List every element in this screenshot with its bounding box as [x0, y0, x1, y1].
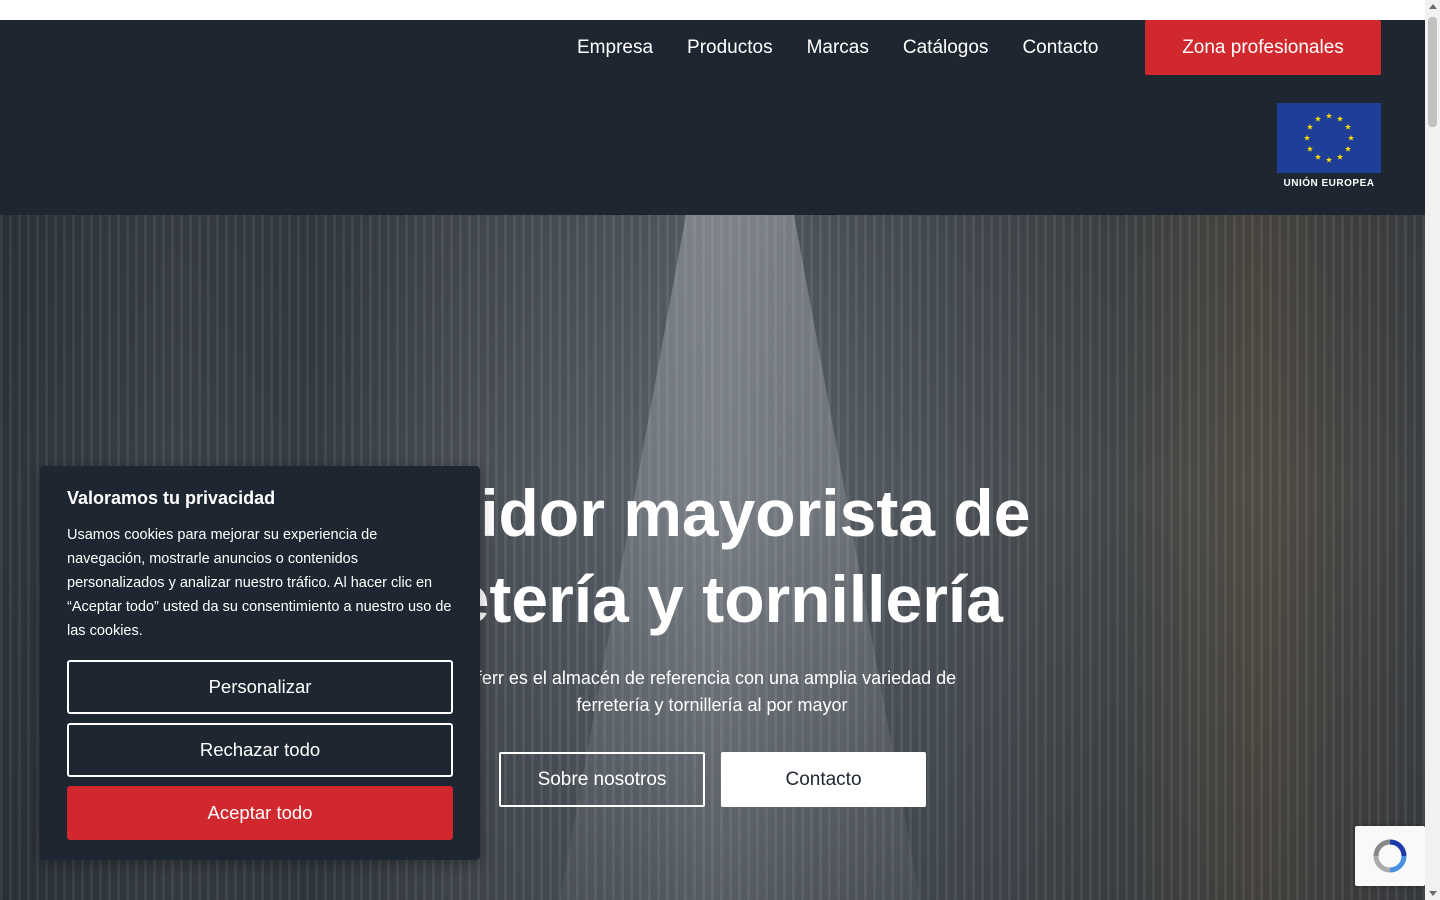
eu-star [1306, 123, 1313, 130]
about-us-button[interactable]: Sobre nosotros [499, 752, 705, 807]
site-header: Empresa Productos Marcas Catálogos Conta… [0, 20, 1425, 215]
nav-empresa[interactable]: Empresa [577, 37, 653, 59]
eu-star [1336, 153, 1344, 160]
hero-subtitle-line2: ferretería y tornillería al por mayor [576, 695, 848, 715]
cookie-consent-dialog: Valoramos tu privacidad Usamos cookies p… [40, 466, 480, 860]
nav-contacto[interactable]: Contacto [1022, 37, 1098, 59]
eu-logo: UNIÓN EUROPEA [1277, 103, 1381, 189]
reject-all-button[interactable]: Rechazar todo [67, 723, 453, 777]
eu-star [1303, 134, 1311, 141]
eu-star [1345, 123, 1352, 130]
hero-title-line2: retería y tornillería [427, 562, 1003, 636]
nav-marcas[interactable]: Marcas [807, 37, 869, 59]
eu-flag-icon [1277, 103, 1381, 173]
hero-subtitle-line1: yferr es el almacén de referencia con un… [467, 668, 957, 688]
eu-star [1325, 112, 1333, 119]
scroll-thumb[interactable] [1428, 17, 1437, 127]
main-nav: Empresa Productos Marcas Catálogos Conta… [560, 20, 1115, 75]
scroll-up-icon[interactable] [1429, 4, 1437, 9]
top-strip [0, 0, 1440, 20]
scroll-down-icon[interactable] [1429, 891, 1437, 896]
nav-catalogos[interactable]: Catálogos [903, 37, 989, 59]
eu-star [1336, 115, 1344, 122]
eu-star [1314, 115, 1322, 122]
eu-star [1325, 156, 1333, 163]
recaptcha-icon [1373, 839, 1407, 873]
customize-button[interactable]: Personalizar [67, 660, 453, 714]
cookie-title: Valoramos tu privacidad [67, 488, 276, 508]
eu-caption: UNIÓN EUROPEA [1283, 178, 1375, 189]
hero-subtitle: yferr es el almacén de referencia con un… [390, 665, 1034, 719]
eu-star [1314, 153, 1322, 160]
hero-title-line1: buidor mayorista de [399, 476, 1031, 550]
eu-star [1345, 145, 1352, 152]
cookie-body: Usamos cookies para mejorar su experienc… [67, 527, 452, 639]
eu-star [1306, 145, 1313, 152]
eu-star [1347, 134, 1355, 141]
page-scrollbar[interactable] [1425, 0, 1440, 900]
zona-profesionales-button[interactable]: Zona profesionales [1145, 20, 1381, 75]
recaptcha-badge[interactable] [1355, 826, 1425, 886]
eu-stars [1303, 112, 1355, 163]
accept-all-button[interactable]: Aceptar todo [67, 786, 453, 840]
contact-button[interactable]: Contacto [721, 752, 926, 807]
nav-productos[interactable]: Productos [687, 37, 773, 59]
